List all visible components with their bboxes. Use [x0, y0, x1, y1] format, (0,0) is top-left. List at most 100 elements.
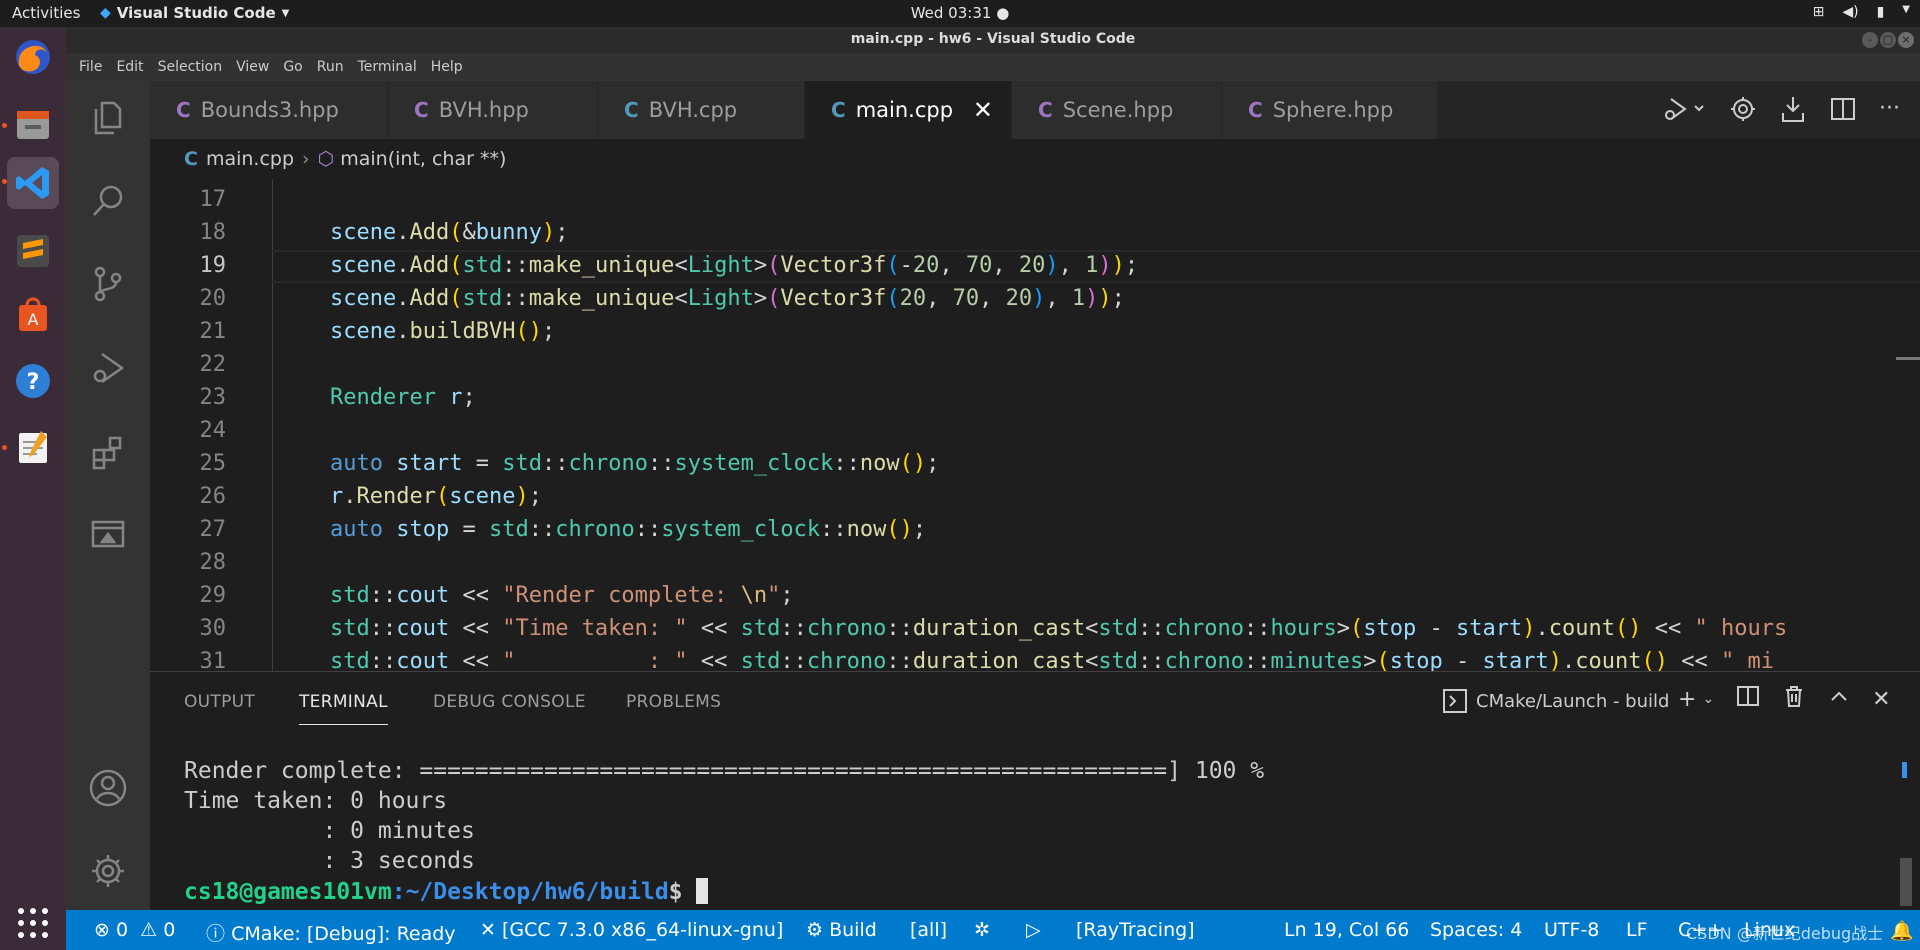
chevron-down-icon[interactable]: ⌄ [1702, 691, 1714, 707]
notification-dot-icon: ● [996, 4, 1010, 22]
cmake-kit-text: [GCC 7.3.0 x86_64-linux-gnu] [501, 919, 784, 941]
launch-target[interactable]: [RayTracing] [1076, 919, 1195, 941]
system-tray[interactable]: ⊞ ◀) ▮ ▼ [1813, 4, 1910, 20]
menu-run[interactable]: Run [310, 59, 351, 75]
software-center-icon[interactable]: A [7, 289, 59, 341]
run-icon[interactable]: ▷ [1026, 919, 1041, 941]
notifications-bell-icon[interactable]: 🔔 [1890, 919, 1914, 942]
extensions-icon[interactable] [66, 417, 150, 487]
encoding[interactable]: UTF-8 [1544, 919, 1599, 941]
source-control-icon[interactable] [66, 249, 150, 319]
vscode-icon: ◆ [100, 5, 111, 21]
run-debug-dropdown-icon[interactable] [1661, 95, 1707, 127]
accounts-icon[interactable] [66, 753, 150, 823]
prompt-user: cs18@games101vm [184, 879, 392, 905]
editor-actions: ··· [1661, 95, 1900, 127]
help-icon[interactable]: ? [7, 355, 59, 407]
watermark: CSDN @新世纪debug战士 [1686, 924, 1884, 943]
menu-help[interactable]: Help [424, 59, 470, 75]
line-number: 29 [199, 583, 227, 608]
tab-bvh-hpp[interactable]: C BVH.hpp [388, 81, 598, 139]
build-target[interactable]: [all] [910, 919, 947, 941]
terminal-prompt[interactable]: cs18@games101vm:~/Desktop/hw6/build$ [184, 878, 709, 905]
cpp-file-icon: C [1038, 98, 1053, 122]
error-icon: ⊗ [94, 919, 110, 941]
maximize-panel-icon[interactable] [1828, 685, 1850, 713]
code-editor[interactable]: 17 18 19 20 21 22 23 24 25 26 27 28 29 3… [150, 179, 1920, 671]
terminal-icon [1443, 689, 1467, 713]
panel-tab-output[interactable]: OUTPUT [184, 692, 255, 712]
vscode-dock-icon[interactable] [7, 157, 59, 209]
prompt-symbol: $ [668, 879, 683, 905]
tab-label: Sphere.hpp [1272, 98, 1394, 122]
tab-main-cpp[interactable]: Cmain.cpp ✕ [805, 81, 1012, 139]
new-terminal-plus-icon[interactable]: + [1678, 687, 1696, 712]
search-icon[interactable] [66, 166, 150, 236]
terminal-selector[interactable]: CMake/Launch - build [1442, 688, 1669, 714]
dock: A ? [0, 27, 66, 950]
close-icon[interactable]: ✕ [973, 96, 993, 124]
more-actions-icon[interactable]: ··· [1879, 95, 1900, 127]
tab-scene-hpp[interactable]: C Scene.hpp [1012, 81, 1222, 139]
panel-tab-debug-console[interactable]: DEBUG CONSOLE [433, 692, 586, 712]
split-terminal-icon[interactable] [1736, 684, 1760, 714]
menu-file[interactable]: File [72, 59, 109, 75]
terminal-name: CMake/Launch - build [1476, 690, 1670, 712]
svg-text:?: ? [27, 370, 40, 395]
firefox-icon[interactable] [7, 31, 59, 83]
breadcrumb-symbol[interactable]: main(int, char **) [340, 148, 506, 170]
build-download-icon[interactable] [1779, 95, 1807, 127]
app-menu[interactable]: ◆ Visual Studio Code ▼ [100, 4, 289, 22]
tab-sphere-hpp[interactable]: C Sphere.hpp [1222, 81, 1438, 139]
panel-tab-problems[interactable]: PROBLEMS [626, 692, 721, 712]
run-debug-icon[interactable] [66, 333, 150, 403]
close-panel-icon[interactable]: ✕ [1872, 687, 1890, 712]
cursor-position[interactable]: Ln 19, Col 66 [1284, 919, 1409, 941]
trash-icon[interactable] [1782, 684, 1806, 714]
remote-explorer-icon[interactable] [66, 499, 150, 569]
menu-terminal[interactable]: Terminal [351, 59, 424, 75]
close-window-button[interactable]: × [1898, 32, 1914, 48]
clock-text: Wed 03:31 [910, 4, 992, 22]
terminal-scrollbar[interactable] [1900, 858, 1912, 906]
menu-view[interactable]: View [229, 59, 276, 75]
panel-tab-terminal[interactable]: TERMINAL [299, 692, 388, 725]
sublime-text-icon[interactable] [7, 225, 59, 277]
end-of-line[interactable]: LF [1626, 919, 1648, 941]
menu-edit[interactable]: Edit [109, 59, 150, 75]
split-editor-icon[interactable] [1829, 95, 1857, 127]
line-number: 21 [199, 319, 227, 344]
minimize-button[interactable]: – [1862, 32, 1878, 48]
window-title-bar[interactable]: main.cpp - hw6 - Visual Studio Code – □ … [66, 27, 1920, 53]
show-applications-icon[interactable] [7, 897, 59, 949]
debug-icon[interactable]: ✲ [974, 919, 990, 941]
files-icon[interactable] [7, 99, 59, 151]
tab-bvh-cpp[interactable]: C BVH.cpp [598, 81, 805, 139]
tab-bounds3-hpp[interactable]: C Bounds3.hpp [150, 81, 388, 139]
text-editor-icon[interactable] [7, 421, 59, 473]
cmake-kit[interactable]: ✕ [GCC 7.3.0 x86_64-linux-gnu] [480, 919, 783, 941]
problems-indicator[interactable]: ⊗ 0 ⚠ 0 [94, 919, 175, 941]
explorer-icon[interactable] [66, 82, 150, 152]
cmake-status[interactable]: ⓘ CMake: [Debug]: Ready [206, 919, 456, 946]
maximize-button[interactable]: □ [1880, 32, 1896, 48]
build-button[interactable]: ⚙ Build [806, 919, 877, 941]
terminal-output-line: : 0 minutes [184, 818, 475, 844]
tab-label: Scene.hpp [1062, 98, 1174, 122]
indentation[interactable]: Spaces: 4 [1430, 919, 1522, 941]
scrollbar-marker [1902, 762, 1907, 778]
settings-gear-icon[interactable] [66, 836, 150, 906]
code-line: auto stop = std::chrono::system_clock::n… [330, 517, 927, 542]
window-title: main.cpp - hw6 - Visual Studio Code [850, 31, 1136, 47]
activities-button[interactable]: Activities [12, 4, 80, 22]
breadcrumb-file[interactable]: main.cpp [206, 148, 294, 170]
network-icon: ⊞ [1812, 4, 1825, 20]
menu-selection[interactable]: Selection [151, 59, 230, 75]
tab-label: main.cpp [855, 98, 954, 122]
terminal-cursor [696, 878, 709, 904]
volume-icon: ◀) [1842, 4, 1859, 20]
menu-go[interactable]: Go [276, 59, 309, 75]
panel-actions: + ⌄ ✕ [1678, 684, 1891, 714]
gear-icon[interactable] [1729, 95, 1757, 127]
terminal-output-line: : 3 seconds [184, 848, 475, 874]
